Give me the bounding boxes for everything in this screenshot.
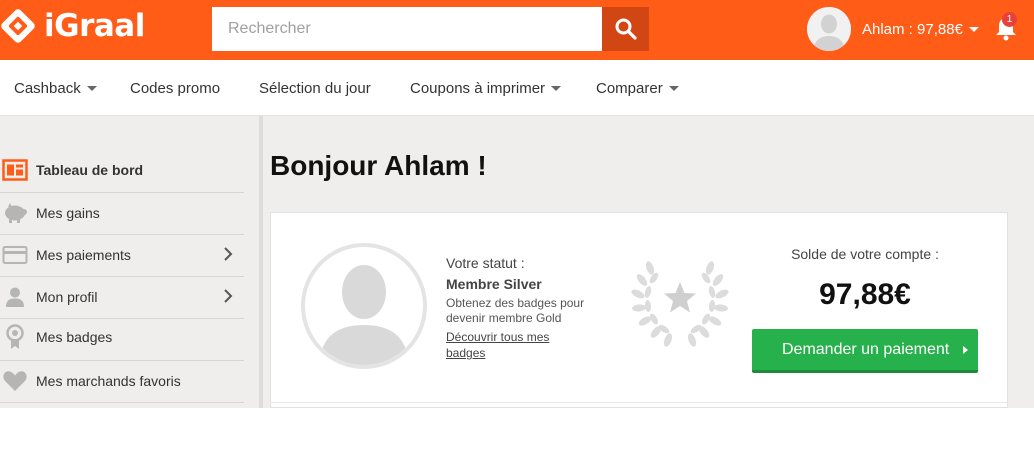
chevron-down-icon xyxy=(968,26,979,32)
search-button[interactable] xyxy=(602,7,649,51)
discover-badges-link[interactable]: Découvrir tous mes badges xyxy=(446,329,576,361)
sidebar-border xyxy=(259,116,263,408)
sidebar-item-tableau-de-bord[interactable]: Tableau de bord xyxy=(0,149,244,191)
search-icon xyxy=(615,18,637,40)
user-icon xyxy=(2,284,28,310)
sidebar-item-label: Mes paiements xyxy=(36,247,131,263)
divider xyxy=(271,402,1007,403)
avatar xyxy=(807,7,851,51)
page-title: Bonjour Ahlam ! xyxy=(270,150,487,181)
user-silhouette-icon xyxy=(319,265,409,365)
heart-icon xyxy=(2,368,28,394)
nav-item-coupons[interactable]: Coupons à imprimer xyxy=(410,60,562,116)
notification-badge: 1 xyxy=(1002,12,1017,27)
sidebar-item-mes-paiements[interactable]: Mes paiements xyxy=(0,234,244,276)
credit-card-icon xyxy=(2,242,28,268)
button-label: Demander un paiement xyxy=(782,340,950,358)
sidebar-item-label: Mes gains xyxy=(36,205,100,221)
search-input[interactable] xyxy=(212,7,602,51)
chevron-right-icon xyxy=(222,288,234,307)
nav-item-comparer[interactable]: Comparer xyxy=(596,60,679,116)
nav-item-label: Sélection du jour xyxy=(259,79,371,97)
chevron-down-icon xyxy=(551,86,562,91)
status-description: Obtenez des badges pour devenir membre G… xyxy=(446,296,585,325)
dashboard-icon xyxy=(2,157,28,183)
piggy-bank-icon xyxy=(2,200,28,226)
badge-icon xyxy=(2,324,28,350)
nav-item-label: Coupons à imprimer xyxy=(410,79,546,97)
sidebar-item-mon-profil[interactable]: Mon profil xyxy=(0,276,244,318)
logo[interactable]: iGraal xyxy=(0,6,145,46)
nav-item-label: Cashback xyxy=(14,79,81,97)
nav-item-label: Comparer xyxy=(596,79,663,97)
nav-item-selection-du-jour[interactable]: Sélection du jour xyxy=(259,60,371,116)
balance-value: 97,88€ xyxy=(819,278,911,311)
top-bar: iGraal Ahlam : 97,88€ xyxy=(0,0,1034,60)
sidebar-item-label: Mes marchands favoris xyxy=(36,373,181,389)
nav-item-cashback[interactable]: Cashback xyxy=(14,60,97,116)
chevron-down-icon xyxy=(86,86,97,91)
silver-laurel-icon xyxy=(630,256,730,350)
chevron-right-icon xyxy=(222,246,234,265)
caret-right-icon xyxy=(963,346,968,354)
sidebar-item-label: Mon profil xyxy=(36,289,98,305)
status-value: Membre Silver xyxy=(446,276,542,292)
sidebar-item-label: Tableau de bord xyxy=(36,162,144,178)
user-balance-label: Ahlam : 97,88€ xyxy=(862,20,963,38)
search-bar xyxy=(212,7,649,51)
sidebar-item-mes-marchands-favoris[interactable]: Mes marchands favoris xyxy=(0,360,244,402)
chevron-down-icon xyxy=(668,86,679,91)
main-nav: Cashback Codes promo Sélection du jour C… xyxy=(0,60,1034,116)
request-payment-button[interactable]: Demander un paiement xyxy=(752,329,978,373)
sidebar: Tableau de bord Mes gains Mes paiements … xyxy=(0,116,260,408)
igraal-logo-icon xyxy=(0,8,36,44)
profile-picture[interactable] xyxy=(301,243,427,369)
user-avatar-icon xyxy=(807,7,851,51)
sidebar-item-label: Mes badges xyxy=(36,329,113,345)
nav-item-codes-promo[interactable]: Codes promo xyxy=(130,60,220,116)
logo-text: iGraal xyxy=(44,8,145,44)
sidebar-item-mes-badges[interactable]: Mes badges xyxy=(0,316,244,358)
user-menu[interactable]: Ahlam : 97,88€ xyxy=(807,7,979,51)
balance-label: Solde de votre compte : xyxy=(791,246,939,262)
divider xyxy=(0,402,244,403)
page: iGraal Ahlam : 97,88€ xyxy=(0,0,1034,460)
sidebar-item-mes-gains[interactable]: Mes gains xyxy=(0,192,244,234)
status-label: Votre statut : xyxy=(446,255,525,271)
nav-item-label: Codes promo xyxy=(130,79,221,97)
